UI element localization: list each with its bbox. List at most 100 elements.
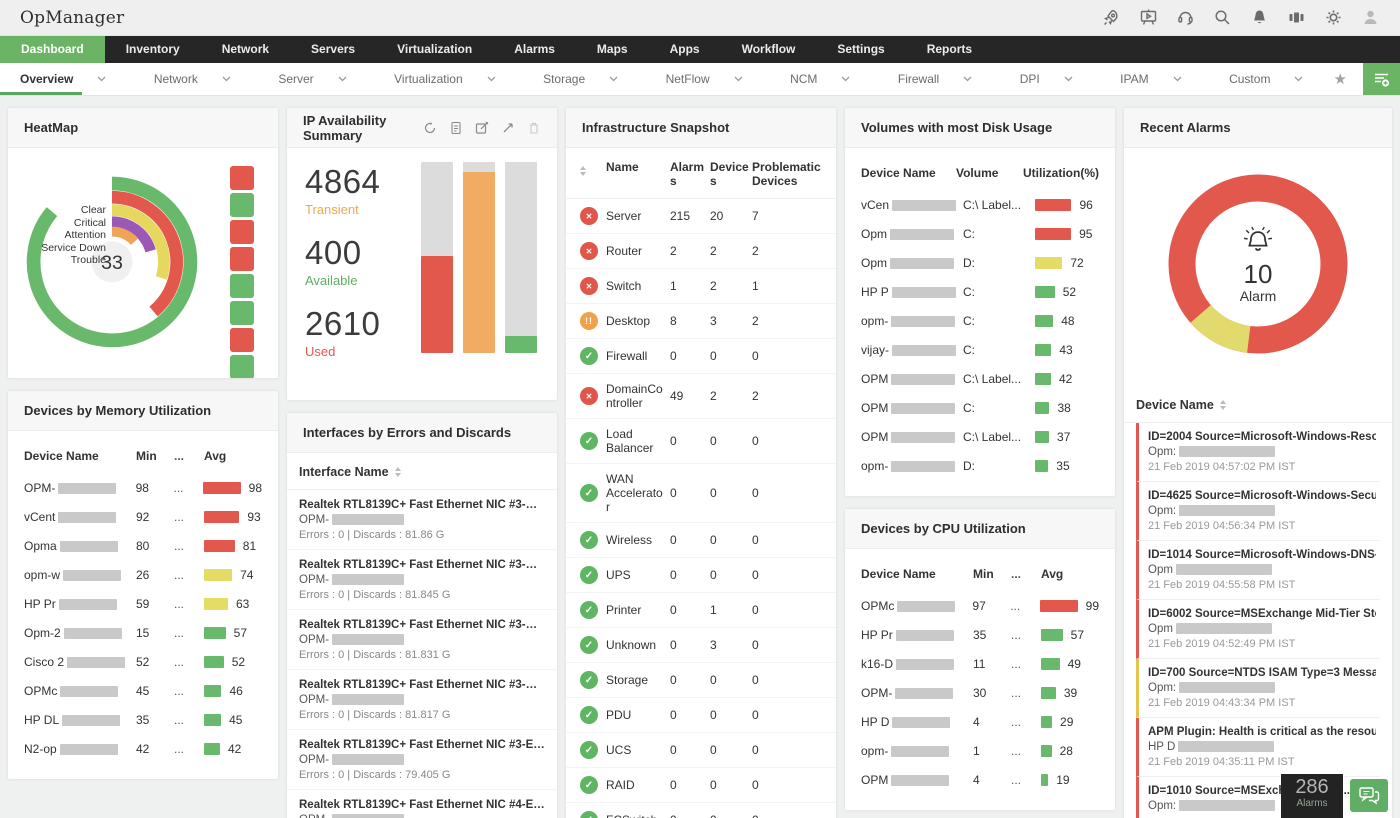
expand-icon[interactable]	[501, 121, 515, 135]
table-row[interactable]: k16-D 11 ... 49	[845, 649, 1115, 678]
table-row[interactable]: Opma 80 ... 81	[8, 531, 278, 560]
list-header[interactable]: Device Name	[1124, 386, 1392, 423]
chevron-down-icon[interactable]	[609, 76, 618, 82]
table-row[interactable]: Router 2 2 2	[566, 234, 836, 269]
interface-item[interactable]: Realtek RTL8139C+ Fast Ethernet NIC #3-W…	[287, 610, 557, 670]
heatmap-cell[interactable]	[230, 193, 254, 217]
legend-item[interactable]: Service Down	[8, 242, 106, 255]
col-alarms[interactable]: Alarms	[670, 160, 710, 188]
col-problematic[interactable]: Problematic Devices	[752, 160, 822, 188]
table-row[interactable]: Switch 1 2 1	[566, 269, 836, 304]
bell-icon[interactable]	[1250, 8, 1269, 27]
subnav-item-label[interactable]: DPI	[1020, 72, 1040, 86]
subnav-item-label[interactable]: Virtualization	[394, 72, 462, 86]
interface-item[interactable]: Realtek RTL8139C+ Fast Ethernet NIC #3-N…	[287, 550, 557, 610]
panorama-icon[interactable]	[1287, 8, 1306, 27]
heatmap-cell[interactable]	[230, 301, 254, 325]
subnav-item-label[interactable]: Overview	[20, 72, 73, 86]
chevron-down-icon[interactable]	[487, 76, 496, 82]
legend-item[interactable]: Clear	[8, 204, 106, 217]
table-row[interactable]: vijay- C: 43	[845, 335, 1115, 364]
chevron-down-icon[interactable]	[1294, 76, 1303, 82]
ip-stat[interactable]: 2610 Used	[305, 306, 380, 360]
table-row[interactable]: Wireless 0 0 0	[566, 523, 836, 558]
app-logo[interactable]: OpManager	[20, 8, 124, 28]
table-row[interactable]: Cisco 2 52 ... 52	[8, 647, 278, 676]
legend-item[interactable]: Attention	[8, 229, 106, 242]
table-row[interactable]: UPS 0 0 0	[566, 558, 836, 593]
user-avatar-icon[interactable]	[1361, 8, 1380, 27]
table-row[interactable]: Desktop 8 3 2	[566, 304, 836, 339]
interface-item[interactable]: Realtek RTL8139C+ Fast Ethernet NIC #3-E…	[287, 730, 557, 790]
table-row[interactable]: vCen C:\ Label... 96	[845, 190, 1115, 219]
table-row[interactable]: UCS 0 0 0	[566, 733, 836, 768]
table-row[interactable]: OPM C:\ Label... 42	[845, 364, 1115, 393]
search-icon[interactable]	[1213, 8, 1232, 27]
list-header[interactable]: Interface Name	[287, 453, 557, 490]
chevron-down-icon[interactable]	[841, 76, 850, 82]
table-row[interactable]: N2-op 42 ... 42	[8, 734, 278, 763]
table-row[interactable]: OPM C:\ Label... 37	[845, 422, 1115, 451]
table-row[interactable]: HP DL 35 ... 45	[8, 705, 278, 734]
rocket-icon[interactable]	[1102, 8, 1121, 27]
nav-tab[interactable]: Alarms	[493, 36, 576, 63]
report-icon[interactable]	[449, 121, 463, 135]
nav-tab[interactable]: Maps	[576, 36, 649, 63]
table-row[interactable]: HP Pr 35 ... 57	[845, 620, 1115, 649]
alarm-item[interactable]: ID=700 Source=NTDS ISAM Type=3 Message=N…	[1136, 659, 1380, 718]
col-avg[interactable]: Avg	[1041, 567, 1063, 581]
heatmap-cell[interactable]	[230, 328, 254, 352]
chevron-down-icon[interactable]	[963, 76, 972, 82]
chevron-down-icon[interactable]	[734, 76, 743, 82]
table-row[interactable]: OPM- 98 ... 98	[8, 473, 278, 502]
heatmap-cell[interactable]	[230, 220, 254, 244]
alarm-item[interactable]: ID=1010 Source=MSExchangeFastS...e=2... …	[1136, 777, 1380, 818]
table-row[interactable]: Printer 0 1 0	[566, 593, 836, 628]
nav-tab[interactable]: Servers	[290, 36, 376, 63]
subnav-item-label[interactable]: Network	[154, 72, 198, 86]
nav-tab[interactable]: Apps	[649, 36, 721, 63]
alarm-item[interactable]: ID=2004 Source=Microsoft-Windows-Resourc…	[1136, 423, 1380, 482]
col-min[interactable]: Min	[973, 567, 1011, 581]
table-row[interactable]: RAID 0 0 0	[566, 768, 836, 803]
chevron-down-icon[interactable]	[97, 76, 106, 82]
chevron-down-icon[interactable]	[1173, 76, 1182, 82]
col-device-name[interactable]: Device Name	[24, 449, 136, 463]
table-row[interactable]: OPM C: 38	[845, 393, 1115, 422]
ip-stat[interactable]: 4864 Transient	[305, 164, 380, 218]
refresh-icon[interactable]	[423, 121, 437, 135]
table-row[interactable]: Load Balancer 0 0 0	[566, 419, 836, 464]
table-row[interactable]: DomainController 49 2 2	[566, 374, 836, 419]
table-row[interactable]: opm- C: 48	[845, 306, 1115, 335]
col-avg[interactable]: Avg	[204, 449, 226, 463]
alarm-item[interactable]: ID=4625 Source=Microsoft-Windows-Securit…	[1136, 482, 1380, 541]
table-row[interactable]: opm- 1 ... 28	[845, 736, 1115, 765]
subnav-item-label[interactable]: NCM	[790, 72, 817, 86]
nav-tab[interactable]: Virtualization	[376, 36, 493, 63]
nav-tab[interactable]: Settings	[816, 36, 905, 63]
table-row[interactable]: OPM- 30 ... 39	[845, 678, 1115, 707]
table-row[interactable]: opm-w 26 ... 74	[8, 560, 278, 589]
chat-button[interactable]	[1350, 779, 1388, 812]
table-row[interactable]: HP Pr 59 ... 63	[8, 589, 278, 618]
sort-cell[interactable]	[580, 160, 606, 177]
table-row[interactable]: OPMc 45 ... 46	[8, 676, 278, 705]
settings-gear-icon[interactable]	[1324, 8, 1343, 27]
heatmap-cell[interactable]	[230, 166, 254, 190]
nav-tab[interactable]: Workflow	[721, 36, 817, 63]
alarm-count-badge[interactable]: 286 Alarms	[1281, 774, 1343, 818]
col-device-name[interactable]: Device Name	[861, 166, 956, 180]
star-favorite-icon[interactable]: ★	[1318, 63, 1363, 95]
delete-icon[interactable]	[527, 121, 541, 135]
nav-tab[interactable]: Inventory	[105, 36, 201, 63]
table-row[interactable]: vCent 92 ... 93	[8, 502, 278, 531]
col-name[interactable]: Name	[606, 160, 670, 174]
subnav-item-label[interactable]: Firewall	[898, 72, 939, 86]
chevron-down-icon[interactable]	[1064, 76, 1073, 82]
interface-item[interactable]: Realtek RTL8139C+ Fast Ethernet NIC #3-N…	[287, 490, 557, 550]
table-row[interactable]: OPM 4 ... 19	[845, 765, 1115, 794]
alarm-item[interactable]: ID=6002 Source=MSExchange Mid-Tier Stora…	[1136, 600, 1380, 659]
table-row[interactable]: PDU 0 0 0	[566, 698, 836, 733]
support-headset-icon[interactable]	[1176, 8, 1195, 27]
table-row[interactable]: HP P C: 52	[845, 277, 1115, 306]
